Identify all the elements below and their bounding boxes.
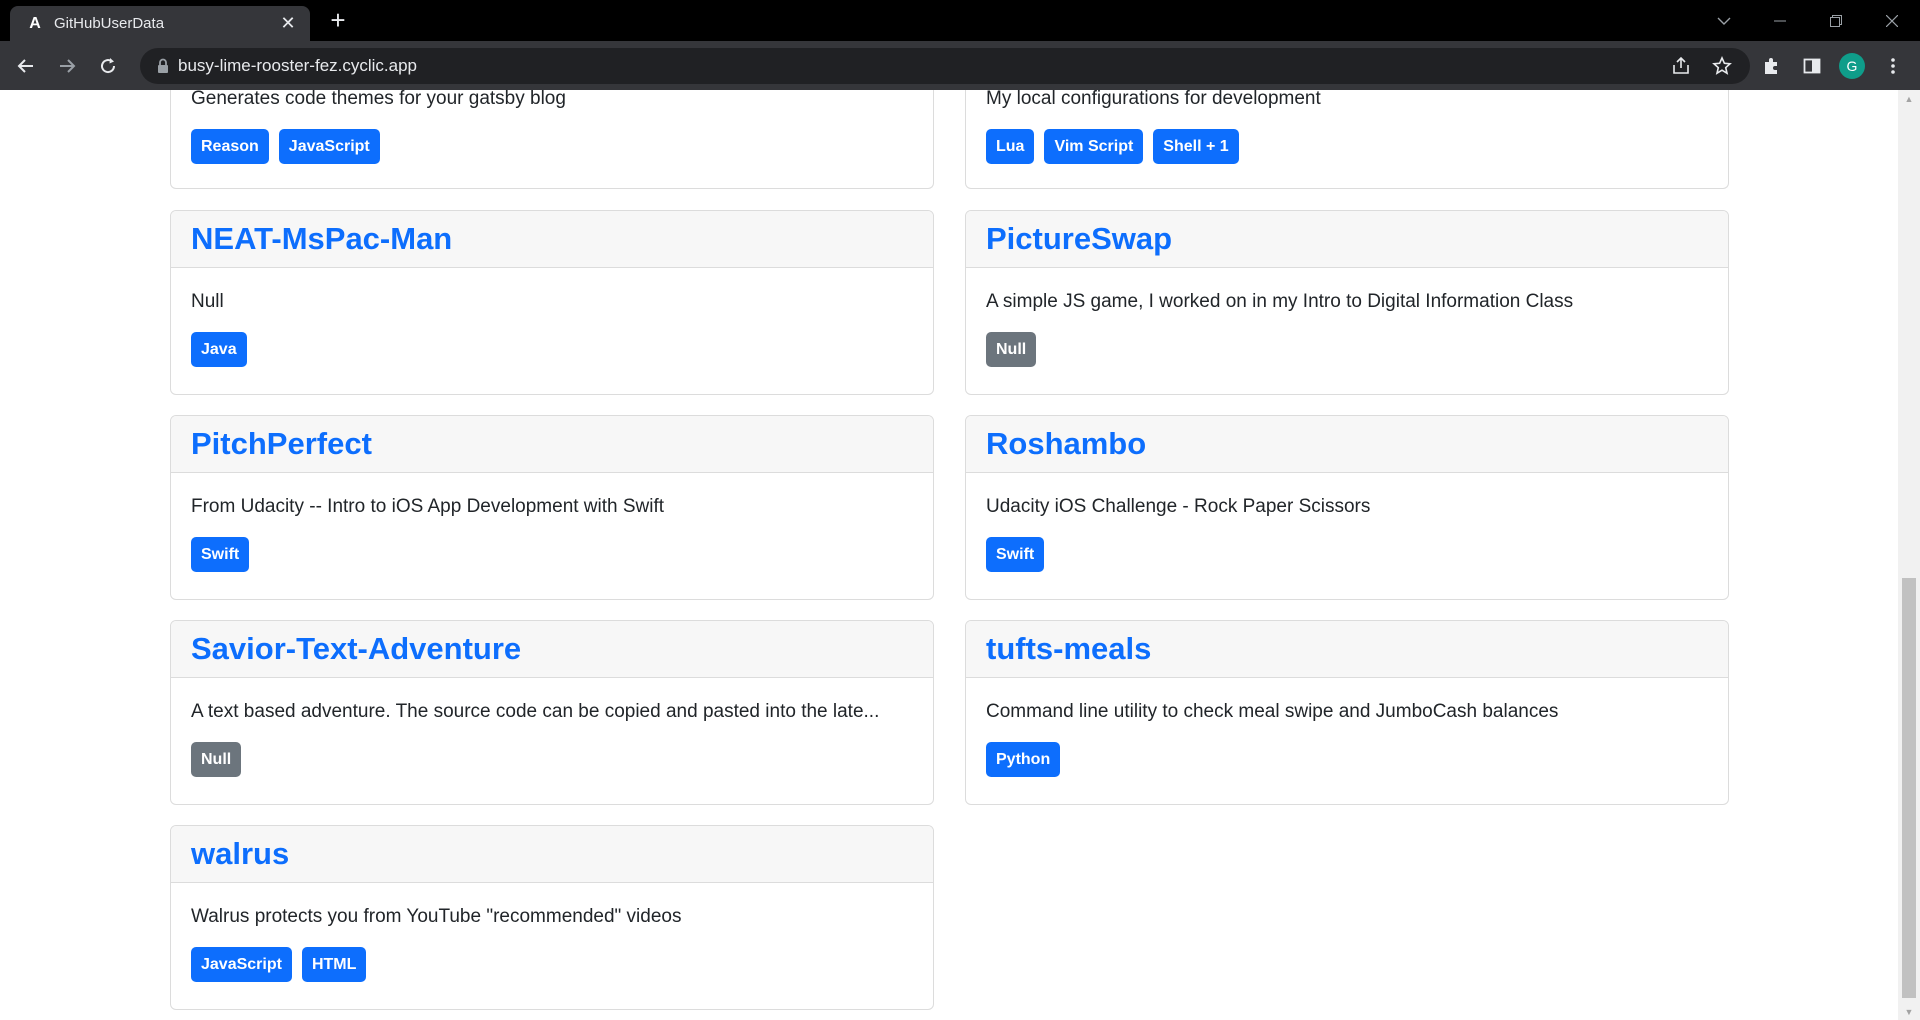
scroll-up-arrow-icon[interactable]: ▲: [1898, 90, 1920, 107]
angular-favicon-icon: A: [29, 14, 41, 32]
language-badge: Null: [986, 332, 1037, 367]
side-panel-icon[interactable]: [1799, 53, 1825, 79]
arrow-left-icon: [17, 59, 33, 73]
browser-toolbar: busy-lime-rooster-fez.cyclic.app G: [0, 41, 1920, 90]
forward-button[interactable]: [51, 50, 83, 82]
close-tab-icon[interactable]: ✕: [278, 13, 298, 34]
repo-card: Savior-Text-Adventure A text based adven…: [170, 620, 934, 805]
language-badge: JavaScript: [191, 947, 292, 982]
new-tab-button[interactable]: +: [324, 7, 352, 35]
language-badges: Reason JavaScript: [191, 125, 913, 164]
address-bar[interactable]: busy-lime-rooster-fez.cyclic.app: [140, 48, 1750, 84]
repo-card-header: walrus: [171, 826, 933, 883]
repo-card-header: NEAT-MsPac-Man: [171, 211, 933, 268]
arrow-right-icon: [60, 59, 76, 73]
share-icon[interactable]: [1670, 55, 1692, 77]
language-badges: Null: [191, 738, 913, 777]
puzzle-icon[interactable]: [1759, 53, 1785, 79]
repo-description: A text based adventure. The source code …: [191, 701, 880, 722]
language-badge: Reason: [191, 129, 269, 164]
language-badges: Python: [986, 738, 1708, 777]
repo-card-header: tufts-meals: [966, 621, 1728, 678]
language-badge: Swift: [986, 537, 1045, 572]
language-badges: Swift: [986, 533, 1708, 572]
kebab-menu-icon[interactable]: [1880, 53, 1906, 79]
window-controls: [1696, 0, 1920, 41]
language-badge: Swift: [191, 537, 250, 572]
profile-avatar[interactable]: G: [1839, 53, 1865, 79]
lock-icon[interactable]: [154, 57, 172, 75]
scrollbar-thumb[interactable]: [1902, 578, 1916, 998]
repo-card: Generates code themes for your gatsby bl…: [170, 90, 934, 189]
minimize-button[interactable]: [1752, 0, 1808, 41]
language-badges: Lua Vim Script Shell + 1: [986, 125, 1708, 164]
reload-button[interactable]: [92, 50, 124, 82]
language-badge: JavaScript: [278, 129, 380, 164]
repo-card: PitchPerfect From Udacity -- Intro to iO…: [170, 415, 934, 600]
language-badge: Vim Script: [1044, 129, 1144, 164]
language-badges: Swift: [191, 533, 913, 572]
repo-title-link[interactable]: NEAT-MsPac-Man: [191, 221, 452, 257]
repo-description: My local configurations for development: [986, 90, 1321, 109]
repo-card: walrus Walrus protects you from YouTube …: [170, 825, 934, 1010]
repo-description: From Udacity -- Intro to iOS App Develop…: [191, 496, 665, 517]
repo-description: Walrus protects you from YouTube "recomm…: [191, 906, 682, 927]
repo-title-link[interactable]: PictureSwap: [986, 221, 1172, 257]
repo-card: NEAT-MsPac-Man Null Java: [170, 210, 934, 395]
page-scrollbar[interactable]: ▲ ▼: [1898, 90, 1920, 1020]
language-badges: JavaScript HTML: [191, 943, 913, 982]
repo-description: Generates code themes for your gatsby bl…: [191, 90, 566, 109]
language-badges: Java: [191, 328, 913, 367]
page-viewport: Generates code themes for your gatsby bl…: [0, 90, 1898, 1020]
repo-card-header: PitchPerfect: [171, 416, 933, 473]
repo-card: tufts-meals Command line utility to chec…: [965, 620, 1729, 805]
star-icon[interactable]: [1711, 55, 1733, 77]
repo-description: Command line utility to check meal swipe…: [986, 701, 1559, 722]
reload-icon: [101, 58, 116, 74]
repo-description: A simple JS game, I worked on in my Intr…: [986, 291, 1574, 312]
language-badge: Java: [191, 332, 247, 367]
back-button[interactable]: [10, 50, 42, 82]
repo-title-link[interactable]: tufts-meals: [986, 631, 1151, 667]
repo-card-header: Roshambo: [966, 416, 1728, 473]
repo-card-header: Savior-Text-Adventure: [171, 621, 933, 678]
language-badge: Python: [986, 742, 1061, 777]
scroll-down-arrow-icon[interactable]: ▼: [1898, 1003, 1920, 1020]
repo-title-link[interactable]: Savior-Text-Adventure: [191, 631, 521, 667]
tab-search-chevron-icon[interactable]: [1696, 0, 1752, 41]
browser-tab-bar: A GitHubUserData ✕ +: [0, 0, 1920, 41]
repo-title-link[interactable]: PitchPerfect: [191, 426, 372, 462]
language-badges: Null: [986, 328, 1708, 367]
restore-button[interactable]: [1808, 0, 1864, 41]
url-text[interactable]: busy-lime-rooster-fez.cyclic.app: [178, 56, 417, 76]
language-badge: Lua: [986, 129, 1035, 164]
language-badge: HTML: [301, 947, 367, 982]
repo-description: Null: [191, 291, 224, 312]
browser-tab[interactable]: A GitHubUserData ✕: [10, 6, 310, 41]
repo-card-header: PictureSwap: [966, 211, 1728, 268]
repo-title-link[interactable]: Roshambo: [986, 426, 1146, 462]
repo-description: Udacity iOS Challenge - Rock Paper Sciss…: [986, 496, 1371, 517]
tab-title: GitHubUserData: [54, 15, 165, 32]
language-badge: Shell + 1: [1153, 129, 1239, 164]
repo-card: PictureSwap A simple JS game, I worked o…: [965, 210, 1729, 395]
language-badge: Null: [191, 742, 242, 777]
repo-card: Roshambo Udacity iOS Challenge - Rock Pa…: [965, 415, 1729, 600]
repo-card: My local configurations for development …: [965, 90, 1729, 189]
close-window-button[interactable]: [1864, 0, 1920, 41]
repo-title-link[interactable]: walrus: [191, 836, 289, 872]
